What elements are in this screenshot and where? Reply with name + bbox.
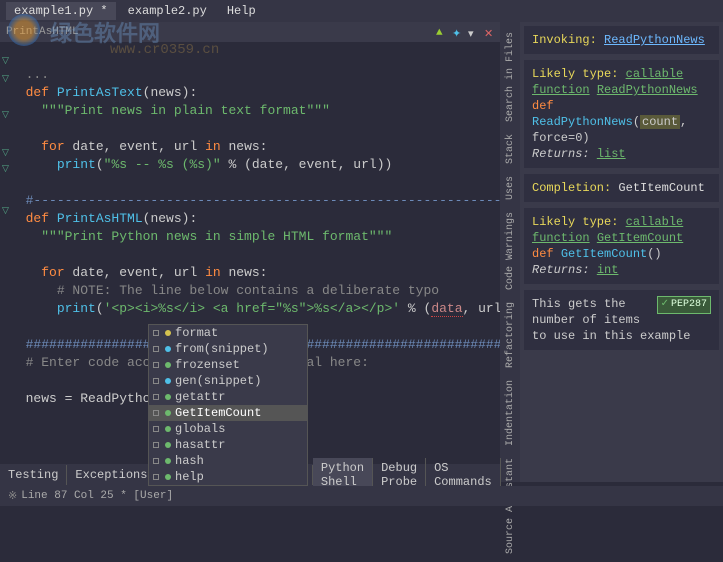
vertical-tab[interactable]: Search in Files [503,26,518,128]
completion-item[interactable]: from(snippet) [149,341,307,357]
completion-item[interactable]: gen(snippet) [149,373,307,389]
completion-item[interactable]: hash [149,453,307,469]
completion-item[interactable]: format [149,325,307,341]
completion-item[interactable]: getattr [149,389,307,405]
docstring-box: PEP287 This gets the number of items to … [524,290,719,350]
vertical-tab[interactable]: Source Assistant [503,452,518,560]
caret-icon: ※ [8,489,17,503]
vertical-tab[interactable]: Stack [503,128,518,170]
run-icon[interactable]: ▲ [436,27,446,37]
completion-item[interactable]: globals [149,421,307,437]
completion-item[interactable]: frozenset [149,357,307,373]
invoking-box: Invoking: ReadPythonNews [524,26,719,54]
status-bar: ※ Line 87 Col 25 * [User] [0,486,723,506]
tab-help[interactable]: Help [219,2,264,20]
editor-header: PrintAsHTML ▲ ✦ ▾ ✕ [0,22,500,42]
vertical-tab[interactable]: Uses [503,170,518,206]
completion-item[interactable]: hasattr [149,437,307,453]
bottom-tab[interactable]: Exceptions [67,465,156,485]
breadcrumb[interactable]: PrintAsHTML [6,26,79,38]
completion-item[interactable]: help [149,469,307,485]
autocomplete-popup: formatfrom(snippet)frozensetgen(snippet)… [148,324,308,486]
vertical-tool-tabs: Search in FilesStackUsesCode WarningsRef… [500,22,520,482]
source-assistant-panel: Invoking: ReadPythonNews Likely type: ca… [520,22,723,482]
completion-box: Completion: GetItemCount [524,174,719,202]
likely-type-box-1: Likely type: callable function ReadPytho… [524,60,719,168]
file-tabs: example1.py * example2.py Help [0,0,723,22]
status-position: Line 87 Col 25 * [User] [21,490,173,502]
close-icon[interactable]: ✕ [484,27,494,37]
likely-type-box-2: Likely type: callable function GetItemCo… [524,208,719,284]
vertical-tab[interactable]: Refactoring [503,296,518,374]
vertical-tab[interactable]: Indentation [503,374,518,452]
editor-pane: PrintAsHTML ▲ ✦ ▾ ✕ ▽▽▽▽▽▽ ... def Print… [0,22,500,482]
vertical-tab[interactable]: Code Warnings [503,206,518,296]
split-icon[interactable]: ✦ [452,27,462,37]
pep-badge: PEP287 [657,296,711,314]
bottom-tab[interactable]: Testing [0,465,67,485]
tab-file-1[interactable]: example1.py * [6,2,116,20]
completion-item[interactable]: GetItemCount [149,405,307,421]
options-icon[interactable]: ▾ [468,27,478,37]
tab-file-2[interactable]: example2.py [120,2,215,20]
